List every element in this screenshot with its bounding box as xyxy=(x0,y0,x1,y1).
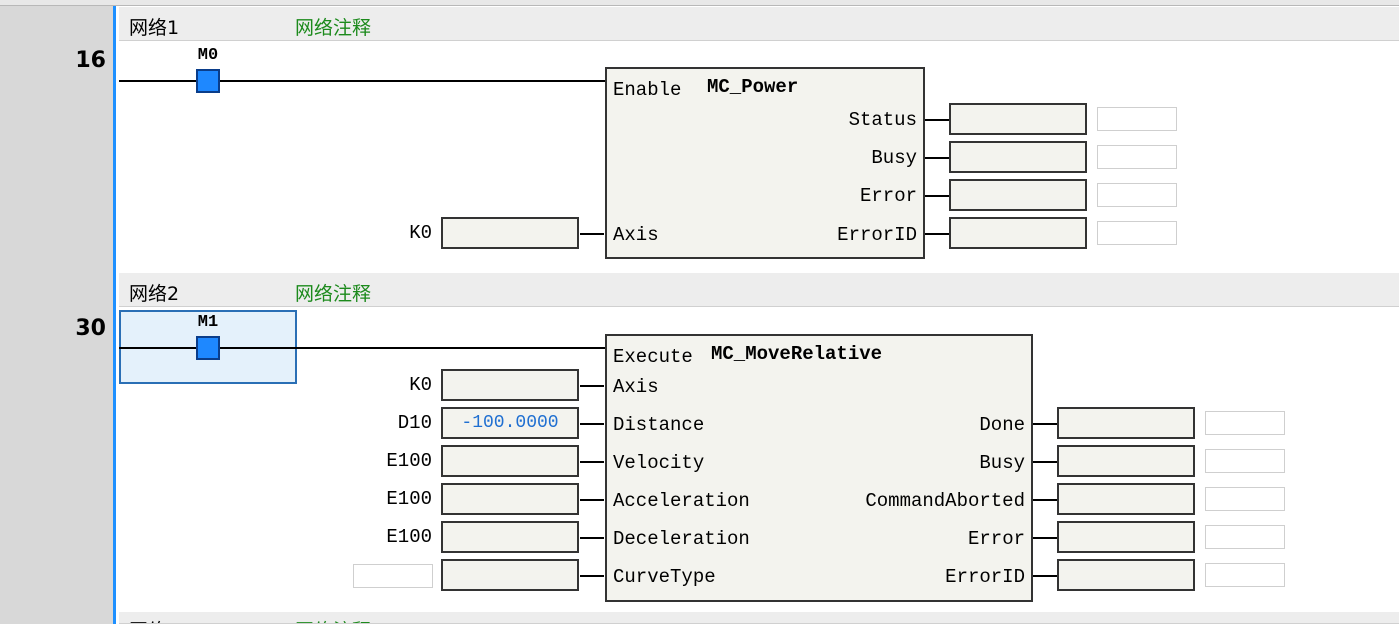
connector xyxy=(1033,423,1057,425)
input-velocity-field[interactable] xyxy=(441,445,579,477)
output-busy-field[interactable] xyxy=(1057,445,1195,477)
network-name: 网络3 xyxy=(129,616,179,623)
connector xyxy=(580,423,604,425)
row-number: 30 xyxy=(75,316,106,341)
network-comment[interactable]: 网络注释 xyxy=(295,13,371,40)
pin-errorid: ErrorID xyxy=(837,224,917,246)
network-name: 网络1 xyxy=(129,17,180,39)
output-done-field[interactable] xyxy=(1057,407,1195,439)
output-errorid-field[interactable] xyxy=(1057,559,1195,591)
pin-axis: Axis xyxy=(613,376,659,398)
connector xyxy=(925,195,949,197)
row-number: 16 xyxy=(75,48,106,73)
input-curvetype-field[interactable] xyxy=(441,559,579,591)
connector xyxy=(1033,499,1057,501)
output-commandaborted-field[interactable] xyxy=(1057,483,1195,515)
pin-commandaborted: CommandAborted xyxy=(865,490,1025,512)
connector xyxy=(925,233,949,235)
pin-errorid: ErrorID xyxy=(945,566,1025,588)
output-status-comment[interactable] xyxy=(1097,107,1177,131)
connector xyxy=(1033,575,1057,577)
pin-acceleration: Acceleration xyxy=(613,490,750,512)
connector xyxy=(925,157,949,159)
output-error-comment[interactable] xyxy=(1205,525,1285,549)
contact-m0[interactable] xyxy=(196,69,220,93)
var-label: K0 xyxy=(409,374,432,396)
input-curvetype-comment[interactable] xyxy=(353,564,433,588)
editor-top-border xyxy=(0,0,1399,6)
input-axis-field[interactable] xyxy=(441,369,579,401)
pin-axis: Axis xyxy=(613,224,659,246)
var-label: E100 xyxy=(386,488,432,510)
pin-curvetype: CurveType xyxy=(613,566,716,588)
pin-error: Error xyxy=(859,185,917,207)
pin-distance: Distance xyxy=(613,414,705,436)
var-label: K0 xyxy=(409,222,432,244)
output-commandaborted-comment[interactable] xyxy=(1205,487,1285,511)
network-header-2[interactable]: 网络2 网络注释 xyxy=(119,273,1399,307)
block-title: MC_Power xyxy=(707,76,799,98)
pin-busy: Busy xyxy=(871,147,917,169)
var-label: E100 xyxy=(386,450,432,472)
output-error-comment[interactable] xyxy=(1097,183,1177,207)
connector xyxy=(1033,461,1057,463)
connector xyxy=(580,499,604,501)
input-acceleration-field[interactable] xyxy=(441,483,579,515)
connector xyxy=(925,119,949,121)
pin-busy: Busy xyxy=(979,452,1025,474)
output-error-field[interactable] xyxy=(1057,521,1195,553)
output-busy-comment[interactable] xyxy=(1097,145,1177,169)
pin-deceleration: Deceleration xyxy=(613,528,750,550)
output-done-comment[interactable] xyxy=(1205,411,1285,435)
output-status-field[interactable] xyxy=(949,103,1087,135)
pin-execute: Execute xyxy=(613,346,693,368)
output-error-field[interactable] xyxy=(949,179,1087,211)
pin-error: Error xyxy=(967,528,1025,550)
function-block-mc-moverelative[interactable]: Execute MC_MoveRelative Axis Distance Ve… xyxy=(605,334,1033,602)
line-number-gutter xyxy=(0,0,116,624)
contact-m1[interactable] xyxy=(196,336,220,360)
pin-enable: Enable xyxy=(613,79,682,101)
network-header-3[interactable]: 网络3 网络注释 xyxy=(119,612,1399,624)
input-deceleration-field[interactable] xyxy=(441,521,579,553)
connector xyxy=(580,537,604,539)
connector xyxy=(580,233,604,235)
network-name: 网络2 xyxy=(129,283,180,305)
output-errorid-comment[interactable] xyxy=(1205,563,1285,587)
rung-wire xyxy=(119,80,606,82)
input-axis-field[interactable] xyxy=(441,217,579,249)
rung-wire xyxy=(119,347,606,349)
connector xyxy=(580,461,604,463)
connector xyxy=(580,385,604,387)
pin-status: Status xyxy=(848,109,917,131)
network-header-1[interactable]: 网络1 网络注释 xyxy=(119,7,1399,41)
network-comment[interactable]: 网络注释 xyxy=(295,279,371,306)
connector xyxy=(580,575,604,577)
network-comment[interactable]: 网络注释 xyxy=(295,616,371,623)
output-busy-comment[interactable] xyxy=(1205,449,1285,473)
function-block-mc-power[interactable]: Enable MC_Power Axis Status Busy Error E… xyxy=(605,67,925,259)
connector xyxy=(1033,537,1057,539)
contact-label: M1 xyxy=(197,313,219,332)
contact-label: M0 xyxy=(197,46,219,65)
pin-velocity: Velocity xyxy=(613,452,705,474)
var-label: E100 xyxy=(386,526,432,548)
output-busy-field[interactable] xyxy=(949,141,1087,173)
output-errorid-field[interactable] xyxy=(949,217,1087,249)
var-label: D10 xyxy=(397,412,432,434)
pin-done: Done xyxy=(979,414,1025,436)
block-title: MC_MoveRelative xyxy=(711,343,883,365)
output-errorid-comment[interactable] xyxy=(1097,221,1177,245)
input-distance-field[interactable]: -100.0000 xyxy=(441,407,579,439)
